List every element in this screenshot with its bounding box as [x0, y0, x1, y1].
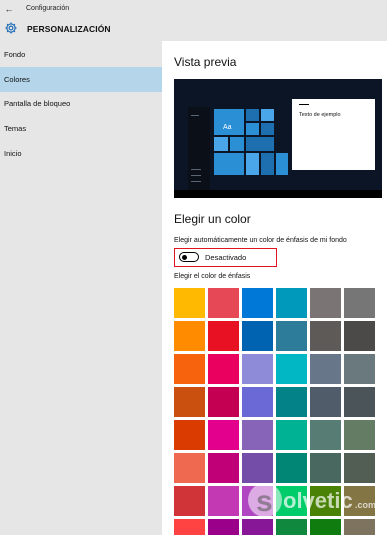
accent-color-swatch[interactable] — [344, 519, 375, 535]
accent-color-swatch[interactable] — [174, 288, 205, 318]
preview-image: Aa Texto de ejemplo — [174, 79, 382, 198]
accent-color-swatch[interactable] — [174, 486, 205, 516]
accent-color-swatch[interactable] — [208, 420, 239, 450]
accent-color-swatch[interactable] — [242, 387, 273, 417]
sidebar: Fondo Colores Pantalla de bloqueo Temas … — [0, 41, 162, 535]
accent-color-swatch[interactable] — [310, 486, 341, 516]
preview-tile — [230, 137, 244, 151]
preview-tile — [214, 109, 244, 135]
accent-color-swatch[interactable] — [208, 288, 239, 318]
accent-color-swatch[interactable] — [208, 354, 239, 384]
accent-color-swatch[interactable] — [310, 288, 341, 318]
accent-color-swatch[interactable] — [242, 354, 273, 384]
accent-color-swatch[interactable] — [344, 486, 375, 516]
accent-color-swatch[interactable] — [174, 420, 205, 450]
accent-color-swatch[interactable] — [174, 321, 205, 351]
accent-color-swatch[interactable] — [310, 519, 341, 535]
sidebar-item-label: Inicio — [4, 149, 22, 158]
sidebar-item-inicio[interactable]: Inicio — [0, 141, 162, 166]
preview-tile — [214, 137, 228, 151]
color-heading: Elegir un color — [174, 212, 251, 226]
accent-color-swatch[interactable] — [208, 453, 239, 483]
preview-window-titlebar — [299, 104, 309, 105]
accent-color-swatch[interactable] — [344, 321, 375, 351]
accent-color-swatch[interactable] — [310, 420, 341, 450]
accent-color-swatch[interactable] — [276, 453, 307, 483]
accent-color-swatch[interactable] — [174, 354, 205, 384]
accent-color-swatch[interactable] — [174, 519, 205, 535]
auto-color-state: Desactivado — [205, 253, 247, 262]
accent-color-swatch[interactable] — [310, 321, 341, 351]
sidebar-item-label: Pantalla de bloqueo — [4, 99, 71, 108]
sidebar-item-temas[interactable]: Temas — [0, 116, 162, 141]
preview-tile — [261, 123, 274, 135]
accent-color-swatch[interactable] — [242, 486, 273, 516]
accent-color-swatch[interactable] — [344, 453, 375, 483]
accent-color-swatch[interactable] — [276, 321, 307, 351]
accent-color-swatch[interactable] — [276, 420, 307, 450]
accent-color-swatch[interactable] — [344, 354, 375, 384]
title-bar: ← Configuración — [0, 0, 387, 17]
page-title: PERSONALIZACIÓN — [27, 24, 111, 34]
accent-color-swatch[interactable] — [344, 387, 375, 417]
preview-tile — [246, 137, 274, 151]
toggle-knob — [182, 254, 187, 260]
sidebar-item-label: Temas — [4, 124, 27, 133]
accent-color-swatch[interactable] — [310, 453, 341, 483]
sidebar-item-label: Colores — [4, 75, 30, 84]
preview-tile — [246, 153, 259, 175]
preview-tile — [246, 123, 259, 135]
accent-color-swatch[interactable] — [208, 519, 239, 535]
accent-color-swatch[interactable] — [242, 420, 273, 450]
accent-color-swatch[interactable] — [276, 288, 307, 318]
accent-color-swatch[interactable] — [276, 387, 307, 417]
accent-color-swatch[interactable] — [310, 387, 341, 417]
preview-tile — [261, 153, 274, 175]
preview-tile — [214, 153, 244, 175]
gear-icon — [5, 22, 17, 34]
page-header: PERSONALIZACIÓN — [0, 17, 387, 41]
accent-color-swatch[interactable] — [242, 288, 273, 318]
sidebar-item-label: Fondo — [4, 50, 26, 59]
preview-heading: Vista previa — [174, 55, 237, 69]
preview-tile — [276, 153, 288, 175]
accent-color-swatch[interactable] — [344, 420, 375, 450]
back-arrow-icon[interactable]: ← — [0, 0, 18, 17]
preview-taskbar — [174, 190, 382, 198]
preview-tile-label: Aa — [223, 124, 232, 131]
window-title: Configuración — [26, 5, 70, 12]
preview-window-text: Texto de ejemplo — [299, 112, 341, 118]
accent-color-swatch[interactable] — [242, 519, 273, 535]
preview-tile — [261, 109, 274, 121]
sidebar-item-fondo[interactable]: Fondo — [0, 42, 162, 67]
accent-color-label: Elegir el color de énfasis — [174, 273, 251, 280]
auto-color-label: Elegir automáticamente un color de énfas… — [174, 237, 347, 244]
auto-color-highlight: Desactivado — [174, 248, 277, 267]
accent-color-swatch[interactable] — [276, 354, 307, 384]
preview-window: Texto de ejemplo — [292, 99, 375, 170]
preview-tile — [246, 109, 259, 121]
sidebar-item-colores[interactable]: Colores — [0, 67, 162, 92]
accent-color-swatch[interactable] — [242, 453, 273, 483]
accent-color-swatch[interactable] — [208, 321, 239, 351]
preview-start-strip — [188, 107, 210, 190]
sidebar-item-pantalla-de-bloqueo[interactable]: Pantalla de bloqueo — [0, 91, 162, 116]
main-content: Vista previa Aa Texto de ejemplo Elegir … — [162, 41, 387, 535]
accent-color-swatch[interactable] — [174, 453, 205, 483]
accent-color-swatch[interactable] — [242, 321, 273, 351]
accent-color-swatch[interactable] — [174, 387, 205, 417]
accent-color-swatch[interactable] — [310, 354, 341, 384]
accent-color-swatch[interactable] — [208, 486, 239, 516]
accent-color-swatch[interactable] — [276, 486, 307, 516]
accent-color-swatch[interactable] — [208, 387, 239, 417]
auto-color-toggle[interactable] — [179, 252, 199, 262]
accent-color-swatch[interactable] — [344, 288, 375, 318]
accent-color-swatch[interactable] — [276, 519, 307, 535]
